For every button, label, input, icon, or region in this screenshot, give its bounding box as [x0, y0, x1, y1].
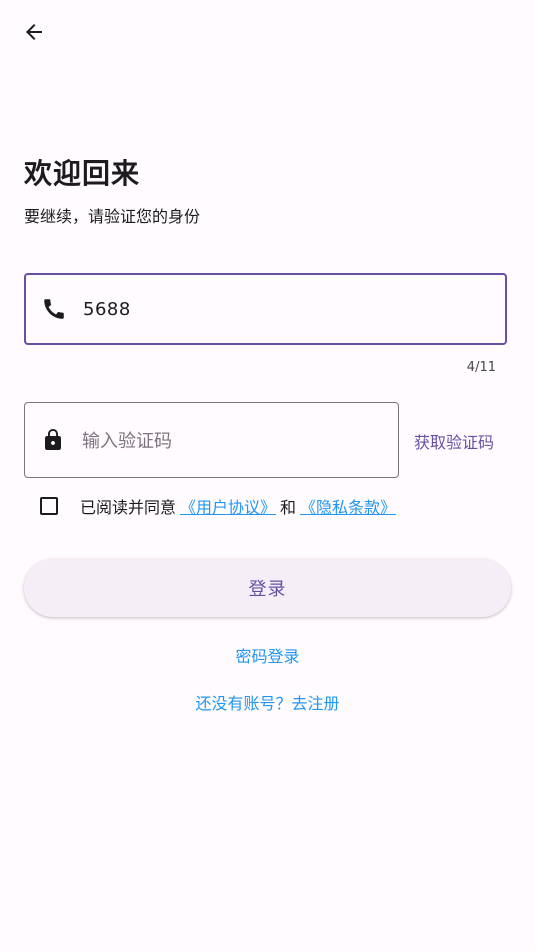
register-link: 还没有账号？去注册	[0, 690, 535, 714]
phone-char-counter: 4/11	[466, 360, 496, 375]
agreement-row: 已阅读并同意 《用户协议》 和 《隐私条款》	[40, 494, 396, 518]
register-label[interactable]: 还没有账号？去注册	[195, 694, 339, 713]
user-agreement-link[interactable]: 《用户协议》	[180, 494, 276, 518]
agreement-checkbox[interactable]	[40, 497, 58, 515]
page-subtitle: 要继续，请验证您的身份	[24, 207, 201, 226]
agreement-and-text: 和	[280, 498, 297, 517]
privacy-policy-link[interactable]: 《隐私条款》	[300, 494, 396, 518]
arrow-left-icon	[22, 20, 46, 48]
login-button[interactable]: 登录	[24, 559, 511, 617]
password-login-label[interactable]: 密码登录	[235, 647, 299, 666]
back-button[interactable]	[14, 14, 54, 54]
phone-input-value[interactable]: 5688	[83, 299, 131, 320]
agreement-text: 已阅读并同意	[80, 498, 177, 517]
verification-code-field[interactable]: 输入验证码	[24, 402, 399, 478]
password-login-link: 密码登录	[0, 643, 535, 667]
login-page: 欢迎回来 要继续，请验证您的身份 5688 4/11 输入验证码 获取验证码 已…	[0, 0, 535, 951]
phone-field[interactable]: 5688	[24, 273, 507, 345]
lock-icon	[39, 426, 67, 454]
code-input-placeholder[interactable]: 输入验证码	[82, 427, 172, 453]
phone-icon	[40, 295, 68, 323]
get-code-button[interactable]: 获取验证码	[414, 429, 494, 453]
page-title: 欢迎回来	[24, 157, 141, 190]
